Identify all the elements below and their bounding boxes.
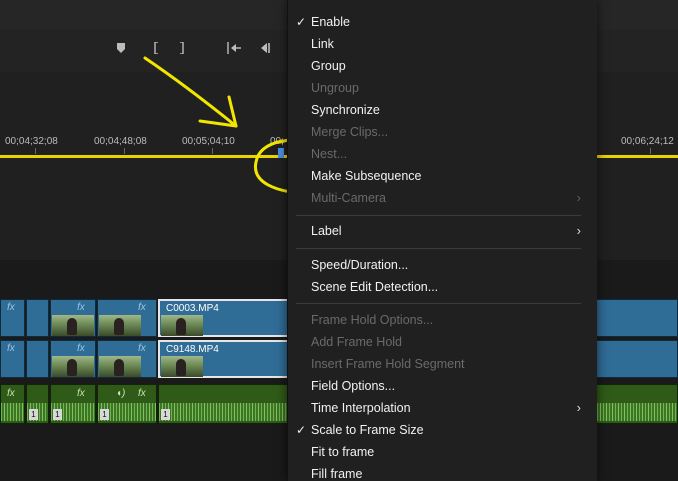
menu-item-scale-to-frame-size[interactable]: Scale to Frame Size (311, 423, 424, 437)
menu-item-speed-duration[interactable]: Speed/Duration... (311, 258, 408, 272)
menu-item-nest: Nest... (311, 147, 348, 161)
menu-item-label[interactable]: Label (311, 224, 342, 238)
menu-item-fill-frame[interactable]: Fill frame (311, 467, 362, 481)
chevron-right-icon: › (576, 400, 581, 415)
menu-item-add-frame-hold: Add Frame Hold (311, 335, 403, 349)
menu-item-group[interactable]: Group (311, 59, 346, 73)
menu-item-scene-edit-detection[interactable]: Scene Edit Detection... (311, 280, 438, 294)
chevron-right-icon: › (576, 190, 581, 205)
checkmark-icon: ✓ (296, 423, 307, 437)
menu-item-synchronize[interactable]: Synchronize (311, 103, 380, 117)
clip-context-menu: ✓ Enable Link Group Ungroup Synchronize … (287, 0, 597, 481)
menu-item-link[interactable]: Link (311, 37, 334, 51)
menu-divider (296, 303, 581, 304)
chevron-right-icon: › (576, 223, 581, 238)
menu-item-field-options[interactable]: Field Options... (311, 379, 395, 393)
checkmark-icon: ✓ (296, 15, 307, 29)
menu-item-insert-frame-hold-segment: Insert Frame Hold Segment (311, 357, 465, 371)
menu-item-enable[interactable]: Enable (311, 15, 350, 29)
menu-item-fit-to-frame[interactable]: Fit to frame (311, 445, 374, 459)
menu-item-merge-clips: Merge Clips... (311, 125, 389, 139)
annotation-arrow-icon (143, 56, 238, 128)
menu-divider (296, 215, 581, 216)
menu-item-time-interpolation[interactable]: Time Interpolation (311, 401, 411, 415)
menu-item-multi-camera: Multi-Camera (311, 191, 387, 205)
menu-item-make-subsequence[interactable]: Make Subsequence (311, 169, 422, 183)
menu-divider (296, 248, 581, 249)
menu-item-ungroup: Ungroup (311, 81, 359, 95)
menu-item-frame-hold-options: Frame Hold Options... (311, 313, 434, 327)
